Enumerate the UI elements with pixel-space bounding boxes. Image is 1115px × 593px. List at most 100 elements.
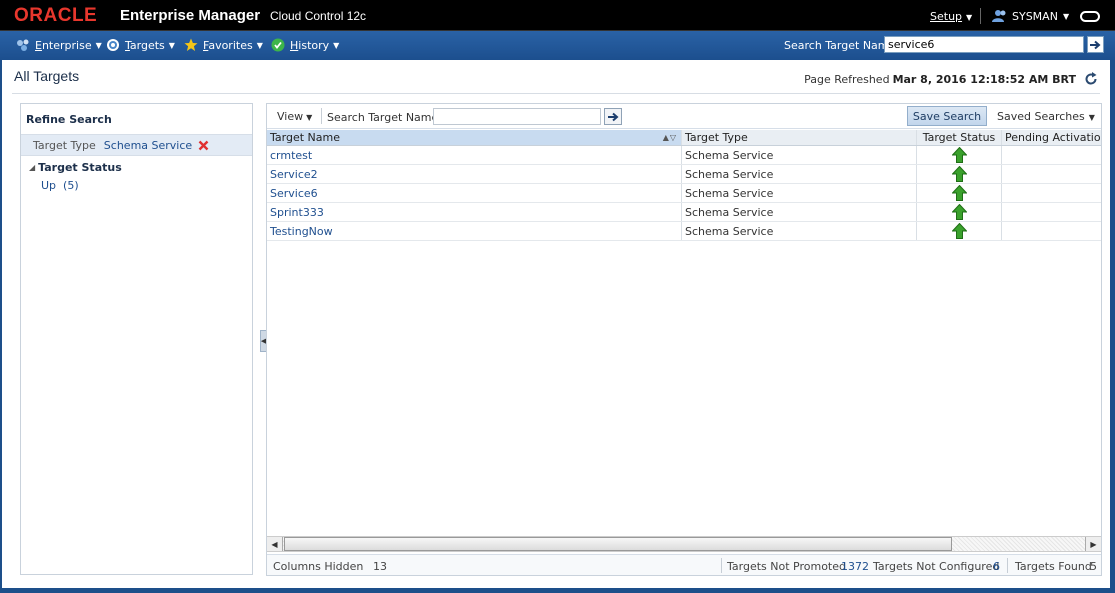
- refine-search-panel: Refine Search Target Type Schema Service…: [20, 103, 253, 575]
- saved-searches-menu[interactable]: Saved Searches ▼: [997, 110, 1095, 123]
- nav-history-label: History: [290, 38, 330, 52]
- sort-icon[interactable]: ▲▽: [663, 133, 677, 142]
- horizontal-scrollbar[interactable]: ◀ ▶: [267, 536, 1101, 552]
- view-menu-label: View: [277, 110, 304, 123]
- oracle-logo: ORACLE: [14, 5, 98, 26]
- nav-bar: Enterprise ▼ Targets ▼ Favorites ▼ Histo…: [0, 31, 1115, 60]
- scrollbar-thumb[interactable]: [284, 537, 952, 551]
- nav-enterprise-menu[interactable]: Enterprise ▼: [16, 38, 102, 52]
- toolbar-search-input[interactable]: [433, 108, 601, 125]
- user-name: SYSMAN: [1012, 9, 1058, 23]
- target-name-cell: TestingNow: [267, 222, 682, 240]
- table-row[interactable]: Service2 Schema Service: [267, 165, 1101, 184]
- users-icon: [992, 10, 1006, 22]
- setup-menu[interactable]: Setup ▼: [930, 10, 972, 23]
- status-up-filter-link[interactable]: Up (5): [41, 179, 79, 192]
- status-up-arrow-icon: [951, 147, 967, 163]
- pending-activation-cell: [1002, 165, 1101, 183]
- chevron-down-icon: ▼: [95, 40, 102, 50]
- user-menu[interactable]: SYSMAN ▼: [992, 9, 1069, 23]
- target-type-cell: Schema Service: [682, 146, 917, 164]
- remove-filter-icon[interactable]: [198, 140, 209, 151]
- nav-targets-menu[interactable]: Targets ▼: [106, 38, 175, 52]
- active-filter-row: Target Type Schema Service: [21, 134, 252, 156]
- table-row[interactable]: Sprint333 Schema Service: [267, 203, 1101, 222]
- target-type-cell: Schema Service: [682, 203, 917, 221]
- column-header-pending-activation[interactable]: Pending Activation: [1002, 130, 1101, 145]
- status-up-arrow-icon: [951, 185, 967, 201]
- target-status-cell: [917, 165, 1002, 183]
- nav-search-go-button[interactable]: [1087, 36, 1104, 53]
- oracle-oval-icon[interactable]: [1080, 11, 1100, 22]
- pending-activation-cell: [1002, 203, 1101, 221]
- target-type-cell: Schema Service: [682, 184, 917, 202]
- arrow-right-icon: [607, 112, 619, 121]
- pending-activation-cell: [1002, 222, 1101, 240]
- not-configured-label: Targets Not Configured: [873, 560, 1000, 573]
- nav-history-menu[interactable]: History ▼: [271, 38, 339, 52]
- target-status-cell: [917, 203, 1002, 221]
- footer-divider: [1007, 558, 1008, 573]
- target-name-link[interactable]: Service2: [270, 168, 318, 181]
- columns-hidden-value: 13: [373, 560, 387, 573]
- table-footer: Columns Hidden 13 Targets Not Promoted 1…: [267, 554, 1101, 575]
- toolbar-search-label: Search Target Name: [327, 111, 439, 124]
- pending-activation-cell: [1002, 146, 1101, 164]
- title-divider: [12, 93, 1100, 94]
- nav-favorites-menu[interactable]: Favorites ▼: [184, 38, 263, 52]
- chevron-down-icon: ▼: [333, 40, 340, 50]
- filter-type-label: Target Type: [33, 138, 96, 152]
- target-name-cell: crmtest: [267, 146, 682, 164]
- refine-search-title: Refine Search: [26, 113, 112, 126]
- not-promoted-value[interactable]: 1372: [841, 560, 869, 573]
- target-status-cell: [917, 222, 1002, 240]
- columns-hidden-label: Columns Hidden: [273, 560, 364, 573]
- main-content: All Targets Page Refreshed Mar 8, 2016 1…: [2, 60, 1110, 588]
- nav-search-label: Search Target Name: [784, 39, 896, 52]
- saved-searches-label: Saved Searches: [997, 110, 1085, 123]
- nav-search-input[interactable]: [884, 36, 1084, 53]
- column-header-target-name[interactable]: Target Name ▲▽: [267, 130, 682, 145]
- target-name-link[interactable]: crmtest: [270, 149, 312, 162]
- nav-targets-label: Targets: [125, 38, 165, 52]
- targets-results-panel: View ▼ Search Target Name Save Search Sav…: [266, 103, 1102, 576]
- filter-type-value[interactable]: Schema Service: [104, 139, 192, 152]
- target-status-facet[interactable]: ◢ Target Status: [29, 161, 122, 174]
- chevron-down-icon: ▼: [168, 40, 175, 50]
- toolbar-search-go-button[interactable]: [604, 108, 622, 125]
- table-row[interactable]: TestingNow Schema Service: [267, 222, 1101, 241]
- column-header-target-type[interactable]: Target Type: [682, 130, 917, 145]
- refresh-time: Mar 8, 2016 12:18:52 AM BRT: [892, 72, 1076, 86]
- targets-found-label: Targets Found: [1015, 560, 1092, 573]
- scroll-left-icon[interactable]: ◀: [267, 537, 283, 551]
- targets-icon: [107, 39, 119, 51]
- refresh-icon[interactable]: [1084, 72, 1098, 86]
- target-name-link[interactable]: Service6: [270, 187, 318, 200]
- table-row[interactable]: crmtest Schema Service: [267, 146, 1101, 165]
- save-search-button[interactable]: Save Search: [907, 106, 987, 126]
- chevron-down-icon: ▼: [256, 40, 263, 50]
- targets-table: Target Name ▲▽ Target Type Target Status…: [267, 130, 1101, 241]
- not-configured-value[interactable]: 6: [993, 560, 1000, 573]
- target-name-cell: Service2: [267, 165, 682, 183]
- page-refresh-info: Page Refreshed Mar 8, 2016 12:18:52 AM B…: [804, 72, 1098, 86]
- status-up-arrow-icon: [951, 204, 967, 220]
- star-icon: [184, 38, 198, 51]
- top-header-bar: ORACLE Enterprise Manager Cloud Control …: [0, 0, 1115, 31]
- refresh-label: Page Refreshed: [804, 72, 890, 86]
- not-promoted-label: Targets Not Promoted: [727, 560, 846, 573]
- toolbar-divider: [321, 108, 322, 124]
- target-name-link[interactable]: Sprint333: [270, 206, 324, 219]
- table-row[interactable]: Service6 Schema Service: [267, 184, 1101, 203]
- target-type-cell: Schema Service: [682, 222, 917, 240]
- column-header-target-status[interactable]: Target Status: [917, 130, 1002, 145]
- table-header-row: Target Name ▲▽ Target Type Target Status…: [267, 130, 1101, 146]
- view-menu[interactable]: View ▼: [277, 110, 312, 123]
- history-icon: [271, 38, 285, 52]
- column-header-label: Target Name: [270, 131, 340, 144]
- scroll-right-icon[interactable]: ▶: [1085, 537, 1101, 551]
- target-name-link[interactable]: TestingNow: [270, 225, 333, 238]
- chevron-down-icon: ▼: [306, 113, 313, 122]
- product-name: Enterprise Manager: [120, 7, 261, 24]
- chevron-down-icon: ▼: [1088, 113, 1095, 122]
